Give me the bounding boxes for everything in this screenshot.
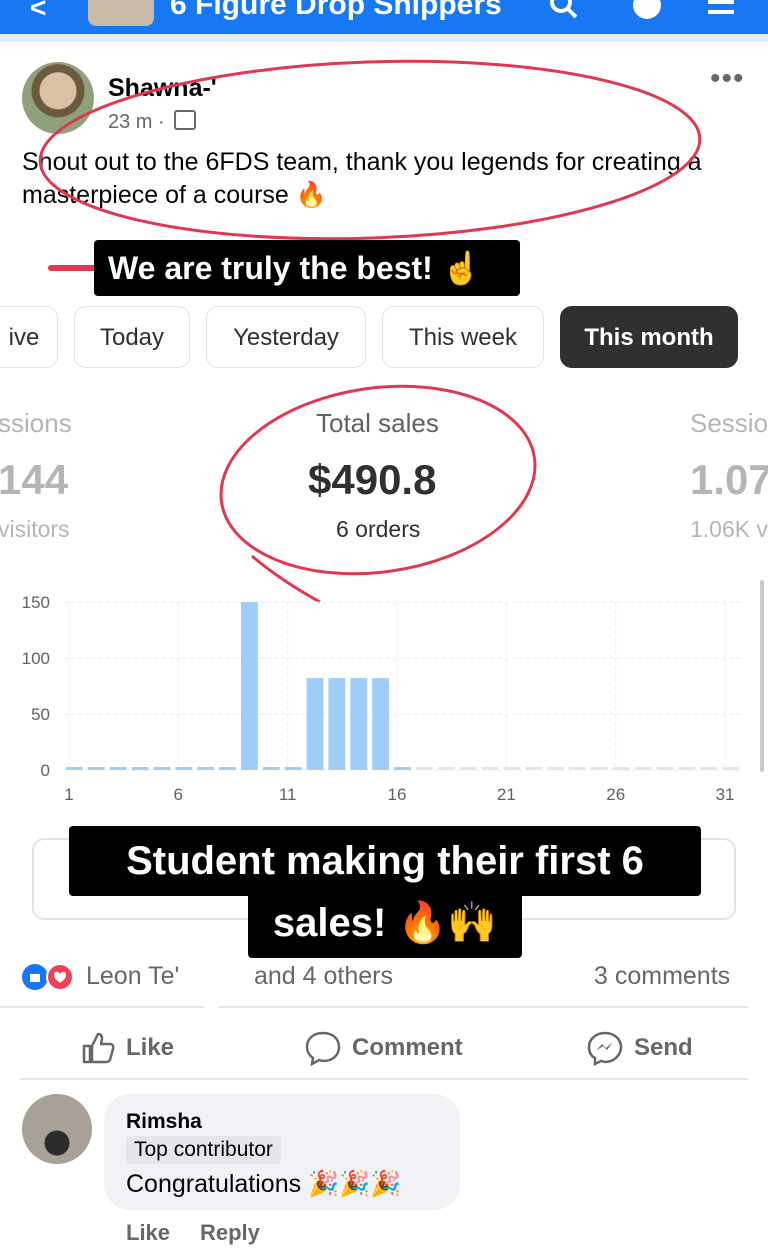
tab-yesterday[interactable]: Yesterday bbox=[206, 306, 366, 368]
send-button[interactable]: Send bbox=[586, 1030, 693, 1066]
chart-bar bbox=[656, 767, 674, 770]
chart-bar bbox=[240, 602, 258, 770]
chart-bar bbox=[306, 678, 324, 770]
chart-bar bbox=[328, 678, 346, 770]
commenter-avatar[interactable] bbox=[22, 1094, 92, 1164]
x-tick-label: 6 bbox=[174, 785, 183, 804]
chart-bar bbox=[219, 767, 236, 770]
like-button[interactable]: Like bbox=[80, 1030, 174, 1066]
chart-bar bbox=[131, 767, 149, 770]
x-tick-label: 1 bbox=[64, 785, 73, 804]
profile-icon[interactable] bbox=[632, 0, 662, 20]
reaction-names[interactable]: Leon Te' bbox=[86, 962, 179, 991]
y-tick-label: 150 bbox=[22, 593, 50, 612]
divider-left bbox=[0, 1006, 204, 1008]
caption-bottom-line2: sales! 🔥🙌 bbox=[248, 890, 522, 958]
chart-bar bbox=[481, 767, 499, 770]
chart-bar bbox=[372, 678, 390, 770]
chart-bar bbox=[634, 767, 652, 770]
chart-bar bbox=[459, 767, 477, 770]
y-tick-label: 100 bbox=[22, 649, 50, 668]
comment-text: Congratulations 🎉🎉🎉 bbox=[126, 1170, 402, 1198]
commenter-name[interactable]: Rimsha bbox=[126, 1110, 202, 1134]
reaction-others[interactable]: and 4 others bbox=[254, 962, 393, 991]
x-tick-label: 31 bbox=[716, 785, 735, 804]
chart-bar bbox=[262, 767, 280, 770]
chart-bar bbox=[437, 767, 455, 770]
divider-right bbox=[218, 1006, 748, 1008]
caption-bottom-line1: Student making their first 6 bbox=[69, 826, 701, 896]
caption-top: We are truly the best! ☝️ bbox=[94, 240, 520, 296]
chart-bar bbox=[87, 767, 105, 770]
chart-bar bbox=[547, 767, 565, 770]
tab-today[interactable]: Today bbox=[74, 306, 190, 368]
metric-sessions-value: 144 bbox=[0, 456, 69, 503]
search-icon[interactable] bbox=[548, 0, 578, 20]
menu-icon[interactable] bbox=[706, 0, 736, 20]
comment-bubble-icon bbox=[305, 1031, 341, 1066]
chart-bar bbox=[525, 767, 543, 770]
metric-sessions-sub: visitors bbox=[0, 516, 70, 542]
chart-bar bbox=[394, 767, 411, 770]
chart-bar bbox=[197, 767, 215, 770]
chart-bar bbox=[590, 767, 608, 770]
chart-bar bbox=[678, 767, 696, 770]
chart-bar bbox=[109, 767, 127, 770]
chart-bar bbox=[612, 767, 630, 770]
tab-this-week[interactable]: This week bbox=[382, 306, 544, 368]
group-title[interactable]: 6 Figure Drop Shippers bbox=[170, 0, 502, 22]
like-label: Like bbox=[126, 1034, 175, 1061]
reaction-icons[interactable] bbox=[20, 962, 80, 992]
chart-bar bbox=[175, 767, 193, 770]
group-thumbnail[interactable] bbox=[88, 0, 154, 26]
y-tick-label: 50 bbox=[31, 705, 50, 724]
chart-bar bbox=[503, 767, 521, 770]
chart-bar bbox=[284, 767, 302, 770]
comment-count[interactable]: 3 comments bbox=[594, 962, 730, 991]
group-header-bar: < 6 Figure Drop Shippers bbox=[0, 0, 768, 34]
x-tick-label: 16 bbox=[388, 785, 407, 804]
chart-bar bbox=[153, 767, 171, 770]
chart-bar bbox=[350, 678, 368, 770]
x-tick-label: 26 bbox=[606, 785, 625, 804]
metric-sessions2-sub: 1.06K v bbox=[690, 516, 768, 542]
tab-live[interactable]: ive bbox=[0, 306, 58, 368]
chart-scrollbar bbox=[760, 580, 764, 772]
x-tick-label: 21 bbox=[497, 785, 516, 804]
divider-actions bbox=[20, 1078, 748, 1080]
comment-reply-button[interactable]: Reply bbox=[200, 1220, 260, 1246]
sales-chart: 0501001501 6 11 16 21 26 31 bbox=[22, 580, 764, 804]
top-contributor-badge: Top contributor bbox=[126, 1136, 281, 1164]
messenger-icon bbox=[587, 1031, 623, 1066]
metric-sessions2-value: 1.07 bbox=[690, 456, 768, 503]
annotation-ellipse-sales bbox=[219, 384, 537, 604]
comment-like-button[interactable]: Like bbox=[126, 1220, 170, 1246]
x-tick-label: 11 bbox=[279, 785, 297, 804]
back-arrow-icon[interactable]: < bbox=[30, 0, 46, 24]
comment-label: Comment bbox=[352, 1034, 463, 1061]
metric-sessions2-label: Sessio bbox=[690, 408, 768, 438]
send-label: Send bbox=[634, 1034, 693, 1061]
chart-bar bbox=[66, 767, 83, 770]
chart-bar bbox=[722, 767, 739, 770]
metric-sessions-label: ssions bbox=[0, 408, 72, 438]
comment-button[interactable]: Comment bbox=[304, 1030, 463, 1066]
y-tick-label: 0 bbox=[41, 761, 50, 780]
chart-bar bbox=[569, 767, 586, 770]
chart-bar bbox=[700, 767, 718, 770]
annotation-stroke bbox=[48, 265, 98, 271]
thumbs-up-icon bbox=[82, 1032, 115, 1064]
tab-this-month[interactable]: This month bbox=[560, 306, 738, 368]
chart-bar bbox=[415, 767, 433, 770]
